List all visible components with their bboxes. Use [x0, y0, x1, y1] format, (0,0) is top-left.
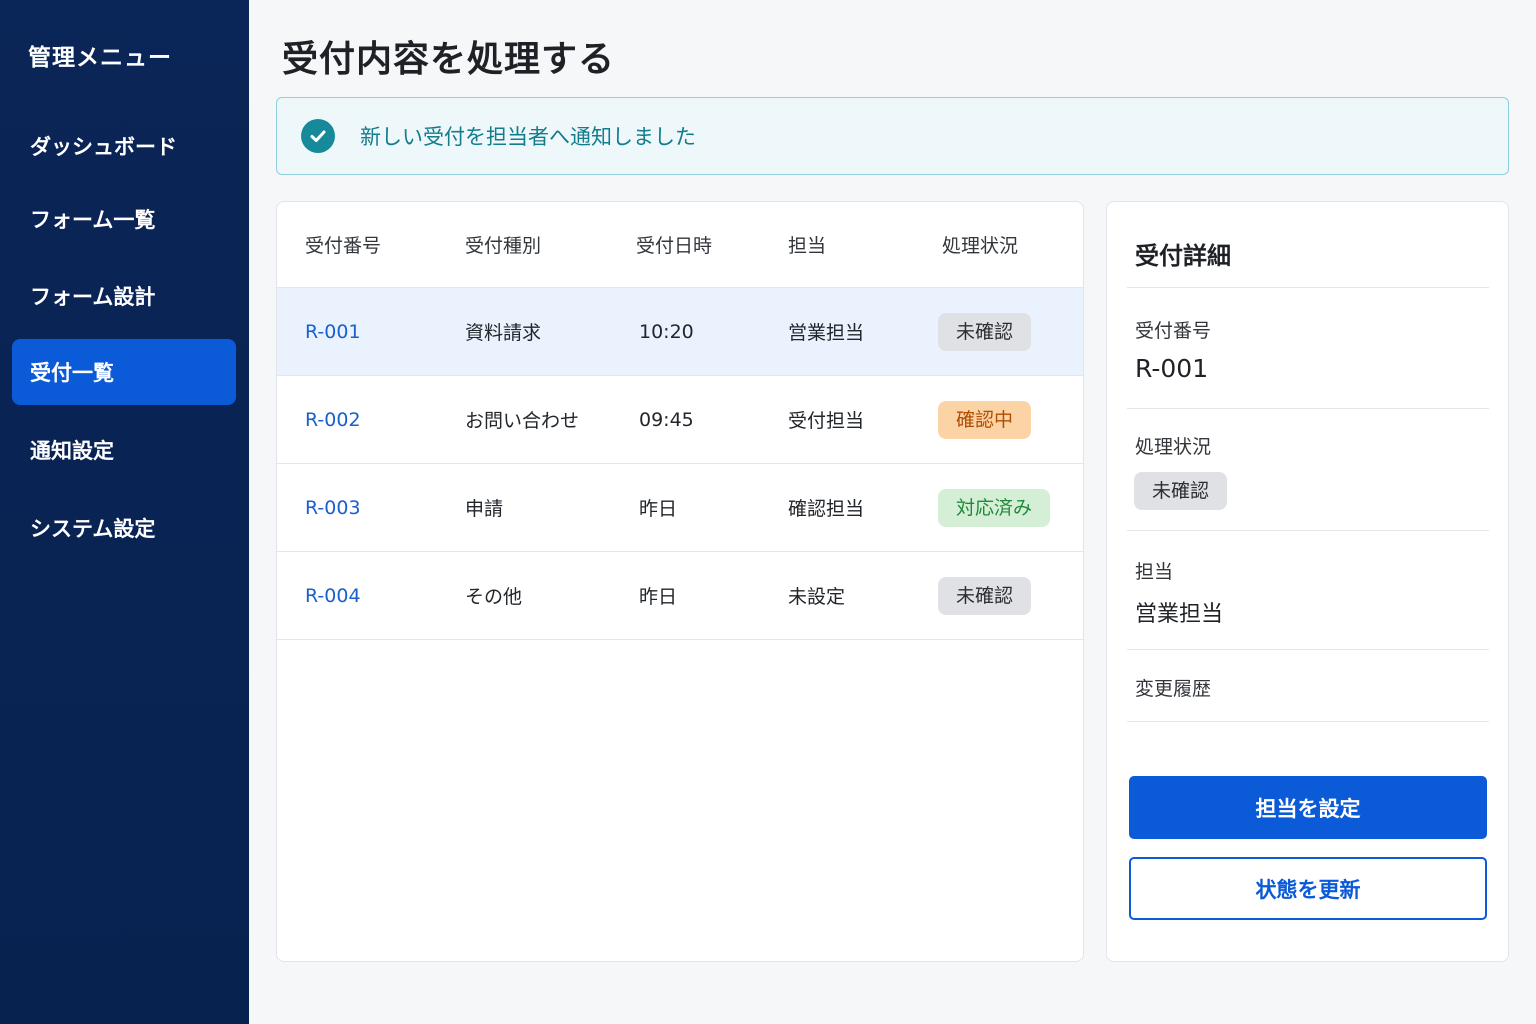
row-datetime: 10:20 [639, 320, 694, 343]
column-header-assignee: 担当 [788, 235, 827, 257]
notification-banner: 新しい受付を担当者へ通知しました [276, 97, 1509, 175]
row-id-link[interactable]: R-004 [305, 585, 361, 607]
table-row[interactable]: R-002 お問い合わせ 09:45 受付担当 確認中 [277, 376, 1083, 464]
row-assignee: 受付担当 [788, 410, 865, 432]
column-header-datetime: 受付日時 [636, 235, 713, 257]
divider [1127, 649, 1489, 650]
detail-id-label: 受付番号 [1135, 320, 1212, 342]
detail-assignee-label: 担当 [1135, 561, 1174, 583]
check-circle-icon [301, 119, 335, 153]
detail-title: 受付詳細 [1135, 242, 1231, 270]
row-assignee: 未設定 [788, 586, 846, 608]
detail-panel: 受付詳細 受付番号 R-001 処理状況 未確認 担当 営業担当 変更履歴 担当… [1106, 201, 1509, 962]
banner-message: 新しい受付を担当者へ通知しました [360, 125, 696, 149]
divider [1127, 287, 1489, 288]
sidebar-item-system-settings[interactable]: システム設定 [12, 495, 236, 561]
sidebar-title: 管理メニュー [28, 45, 172, 71]
status-badge: 未確認 [938, 576, 1032, 615]
column-header-type: 受付種別 [465, 235, 542, 257]
reception-table: 受付番号 受付種別 受付日時 担当 処理状況 R-001 資料請求 10:20 … [276, 201, 1084, 962]
table-header: 受付番号 受付種別 受付日時 担当 処理状況 [277, 202, 1083, 288]
row-id-link[interactable]: R-003 [305, 497, 361, 519]
sidebar-item-form-design[interactable]: フォーム設計 [12, 263, 236, 329]
assign-button[interactable]: 担当を設定 [1129, 776, 1487, 839]
sidebar-item-notification-settings[interactable]: 通知設定 [12, 417, 236, 483]
divider [1127, 721, 1489, 722]
status-badge: 対応済み [938, 488, 1051, 527]
detail-id-value: R-001 [1135, 354, 1209, 383]
page-title: 受付内容を処理する [282, 39, 616, 80]
row-datetime: 昨日 [639, 586, 678, 608]
row-type: 資料請求 [465, 322, 542, 344]
row-datetime: 昨日 [639, 498, 678, 520]
row-id-link[interactable]: R-001 [305, 321, 361, 343]
status-badge: 未確認 [938, 312, 1032, 351]
table-row[interactable]: R-001 資料請求 10:20 営業担当 未確認 [277, 288, 1083, 376]
row-assignee: 営業担当 [788, 322, 865, 344]
sidebar-item-form-list[interactable]: フォーム一覧 [12, 186, 236, 252]
row-type: 申請 [465, 498, 504, 520]
row-datetime: 09:45 [639, 408, 694, 431]
divider [1127, 408, 1489, 409]
column-header-id: 受付番号 [305, 235, 382, 257]
row-type: お問い合わせ [465, 410, 580, 432]
row-type: その他 [465, 586, 523, 608]
sidebar-item-reception-list[interactable]: 受付一覧 [12, 339, 236, 405]
change-history-link[interactable]: 変更履歴 [1135, 674, 1211, 701]
column-header-status: 処理状況 [942, 235, 1019, 257]
status-badge: 確認中 [938, 400, 1032, 439]
sidebar-item-dashboard[interactable]: ダッシュボード [12, 113, 236, 179]
row-id-link[interactable]: R-002 [305, 409, 361, 431]
update-status-button[interactable]: 状態を更新 [1129, 857, 1487, 920]
detail-assignee-value: 営業担当 [1135, 602, 1224, 627]
table-row[interactable]: R-004 その他 昨日 未設定 未確認 [277, 552, 1083, 640]
table-row[interactable]: R-003 申請 昨日 確認担当 対応済み [277, 464, 1083, 552]
row-assignee: 確認担当 [788, 498, 865, 520]
detail-status-label: 処理状況 [1135, 436, 1212, 458]
divider [1127, 530, 1489, 531]
status-badge: 未確認 [1134, 472, 1228, 510]
sidebar: 管理メニュー ダッシュボード フォーム一覧 フォーム設計 受付一覧 通知設定 シ… [0, 0, 249, 1024]
